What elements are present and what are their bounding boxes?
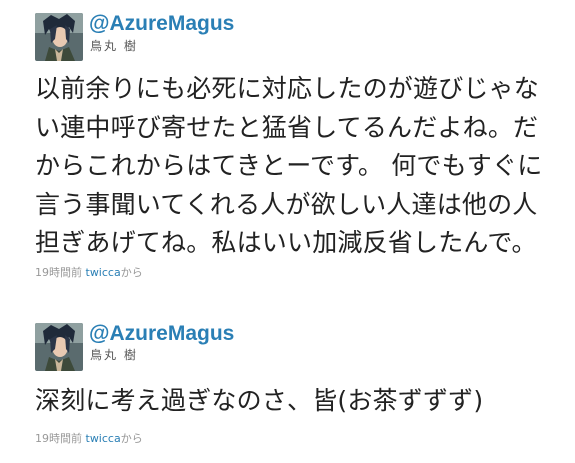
avatar-image <box>35 13 83 61</box>
screen-name-link[interactable]: @AzureMagus <box>89 12 234 36</box>
source-link[interactable]: twicca <box>86 432 121 445</box>
timestamp-link[interactable]: 19時間前 <box>35 266 82 279</box>
tweet-text: 深刻に考え過ぎなのさ、皆(お茶ずずず) <box>35 386 484 415</box>
source-link[interactable]: twicca <box>86 266 121 279</box>
real-name: 鳥丸 樹 <box>90 348 138 362</box>
via-suffix: から <box>120 266 143 279</box>
tweet-card: @AzureMagus 鳥丸 樹 以前余りにも必死に対応したのが遊びじゃな い連… <box>0 0 575 310</box>
avatar[interactable] <box>35 13 83 61</box>
avatar-image <box>35 323 83 371</box>
tweet-meta: 19時間前 twiccaから <box>35 266 143 280</box>
real-name: 鳥丸 樹 <box>90 39 138 53</box>
tweet-text: 以前余りにも必死に対応したのが遊びじゃな い連中呼び寄せたと猛省してるんだよね。… <box>35 74 543 257</box>
timestamp-link[interactable]: 19時間前 <box>35 432 82 445</box>
screen-name-link[interactable]: @AzureMagus <box>89 322 234 346</box>
avatar[interactable] <box>35 323 83 371</box>
via-suffix: から <box>120 432 143 445</box>
tweet-card: @AzureMagus 鳥丸 樹 深刻に考え過ぎなのさ、皆(お茶ずずず) 19時… <box>0 318 575 463</box>
tweet-meta: 19時間前 twiccaから <box>35 432 143 446</box>
